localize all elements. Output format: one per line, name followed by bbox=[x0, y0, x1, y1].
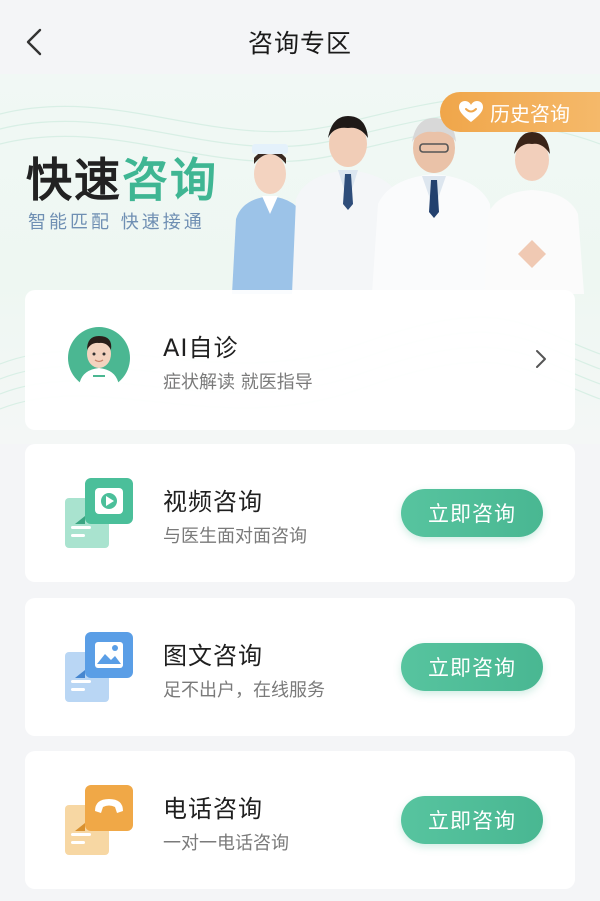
top-bar: 咨询专区 bbox=[0, 0, 600, 84]
image-text-consult-card: 图文咨询 足不出户，在线服务 立即咨询 bbox=[25, 598, 575, 736]
phone-consult-button[interactable]: 立即咨询 bbox=[401, 796, 543, 844]
phone-consult-desc: 一对一电话咨询 bbox=[163, 833, 289, 854]
ai-card-title: AI自诊 bbox=[163, 334, 239, 362]
video-consult-card: 视频咨询 与医生面对面咨询 立即咨询 bbox=[25, 444, 575, 582]
doctors-illustration bbox=[232, 116, 584, 294]
video-consult-desc: 与医生面对面咨询 bbox=[163, 526, 307, 547]
banner-title-part1: 快速 bbox=[26, 153, 122, 207]
senior-doctor-figure bbox=[372, 118, 496, 294]
video-consult-title: 视频咨询 bbox=[163, 488, 263, 516]
page-title: 咨询专区 bbox=[247, 29, 352, 58]
banner-title-part2: 咨询 bbox=[122, 153, 218, 207]
ai-doctor-avatar bbox=[68, 327, 130, 390]
heart-chat-icon bbox=[459, 101, 483, 122]
history-consult-button[interactable]: 历史咨询 bbox=[440, 92, 600, 132]
chevron-right-icon bbox=[536, 350, 546, 368]
banner-title: 快速咨询 bbox=[26, 144, 218, 210]
image-text-consult-title: 图文咨询 bbox=[163, 642, 263, 670]
phone-icon bbox=[65, 785, 133, 855]
phone-consult-title: 电话咨询 bbox=[163, 795, 263, 823]
ai-self-diagnosis-card[interactable]: AI自诊 症状解读 就医指导 bbox=[25, 290, 575, 430]
female-doctor-figure bbox=[484, 132, 584, 294]
image-text-consult-desc: 足不出户，在线服务 bbox=[163, 680, 325, 701]
video-icon bbox=[65, 478, 133, 548]
ai-card-desc: 症状解读 就医指导 bbox=[163, 372, 313, 393]
video-consult-button[interactable]: 立即咨询 bbox=[401, 489, 543, 537]
banner-subtitle: 智能匹配 快速接通 bbox=[28, 212, 205, 233]
image-text-consult-button[interactable]: 立即咨询 bbox=[401, 643, 543, 691]
phone-consult-card: 电话咨询 一对一电话咨询 立即咨询 bbox=[25, 751, 575, 889]
history-consult-label: 历史咨询 bbox=[490, 101, 570, 126]
image-icon bbox=[65, 632, 133, 702]
